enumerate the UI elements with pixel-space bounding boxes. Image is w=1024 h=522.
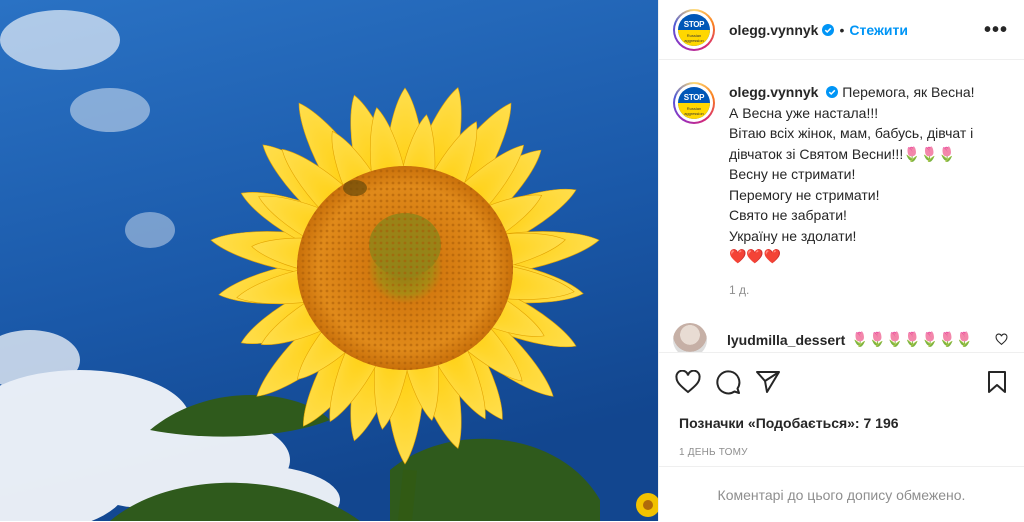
caption-line: Перемогу не стримати! <box>729 186 880 203</box>
separator-dot: • <box>839 21 845 38</box>
stop-badge-icon: STOP Russian aggression <box>678 87 710 119</box>
comment-icon[interactable] <box>715 369 741 395</box>
caption-author-avatar[interactable]: STOP Russian aggression <box>673 82 715 124</box>
post-header: STOP Russian aggression olegg.vynnyk • С… <box>659 0 1024 60</box>
likes-count[interactable]: Позначки «Подобається»: 7 196 <box>675 415 1008 431</box>
author-avatar[interactable]: STOP Russian aggression <box>673 8 715 51</box>
author-username[interactable]: olegg.vynnyk <box>729 22 818 38</box>
comment-text: 🌷🌷🌷🌷🌷🌷🌷 <box>851 331 974 347</box>
caption-line: Україну не здолати! <box>729 227 857 244</box>
caption-block: STOP Russian aggression olegg.vynnyk Пер… <box>673 82 1008 267</box>
post-side-panel: STOP Russian aggression olegg.vynnyk • С… <box>658 0 1024 521</box>
post-actions: Позначки «Подобається»: 7 196 1 ДЕНЬ ТОМ… <box>659 352 1024 458</box>
save-icon[interactable] <box>986 370 1008 394</box>
sunflower-image <box>0 0 658 521</box>
caption-text: olegg.vynnyk Перемога, як Весна! А Весна… <box>729 82 995 267</box>
caption-line: Вітаю всіх жінок, мам, бабусь, дівчат і … <box>729 125 974 162</box>
caption-line: Перемога, як Весна! <box>842 84 975 100</box>
caption-line: А Весна уже настала!!! <box>729 104 879 121</box>
post-photo[interactable] <box>0 0 658 521</box>
comments-section[interactable]: STOP Russian aggression olegg.vynnyk Пер… <box>659 60 1024 352</box>
follow-button[interactable]: Стежити <box>849 22 908 38</box>
caption-line: ❤️❤️❤️ <box>729 248 782 264</box>
comment-item: lyudmilla_dessert 🌷🌷🌷🌷🌷🌷🌷 <box>673 322 1008 352</box>
post-date[interactable]: 1 ДЕНЬ ТОМУ <box>675 447 1008 458</box>
caption-timestamp[interactable]: 1 д. <box>729 283 1008 297</box>
verified-icon <box>822 23 835 36</box>
commenter-username[interactable]: lyudmilla_dessert <box>727 332 845 348</box>
caption-line: Весну не стримати! <box>729 166 856 182</box>
stop-badge-icon: STOP Russian aggression <box>678 13 710 46</box>
more-options-icon[interactable]: ••• <box>984 20 1008 40</box>
comment-like-icon[interactable] <box>995 332 1008 346</box>
commenter-avatar[interactable] <box>673 322 707 352</box>
verified-icon <box>826 86 839 98</box>
caption-username[interactable]: olegg.vynnyk <box>729 84 818 100</box>
comments-limited-notice: Коментарі до цього допису обмежено. <box>659 466 1024 522</box>
share-icon[interactable] <box>755 370 781 394</box>
like-icon[interactable] <box>675 370 701 394</box>
caption-line: Свято не забрати! <box>729 207 847 223</box>
